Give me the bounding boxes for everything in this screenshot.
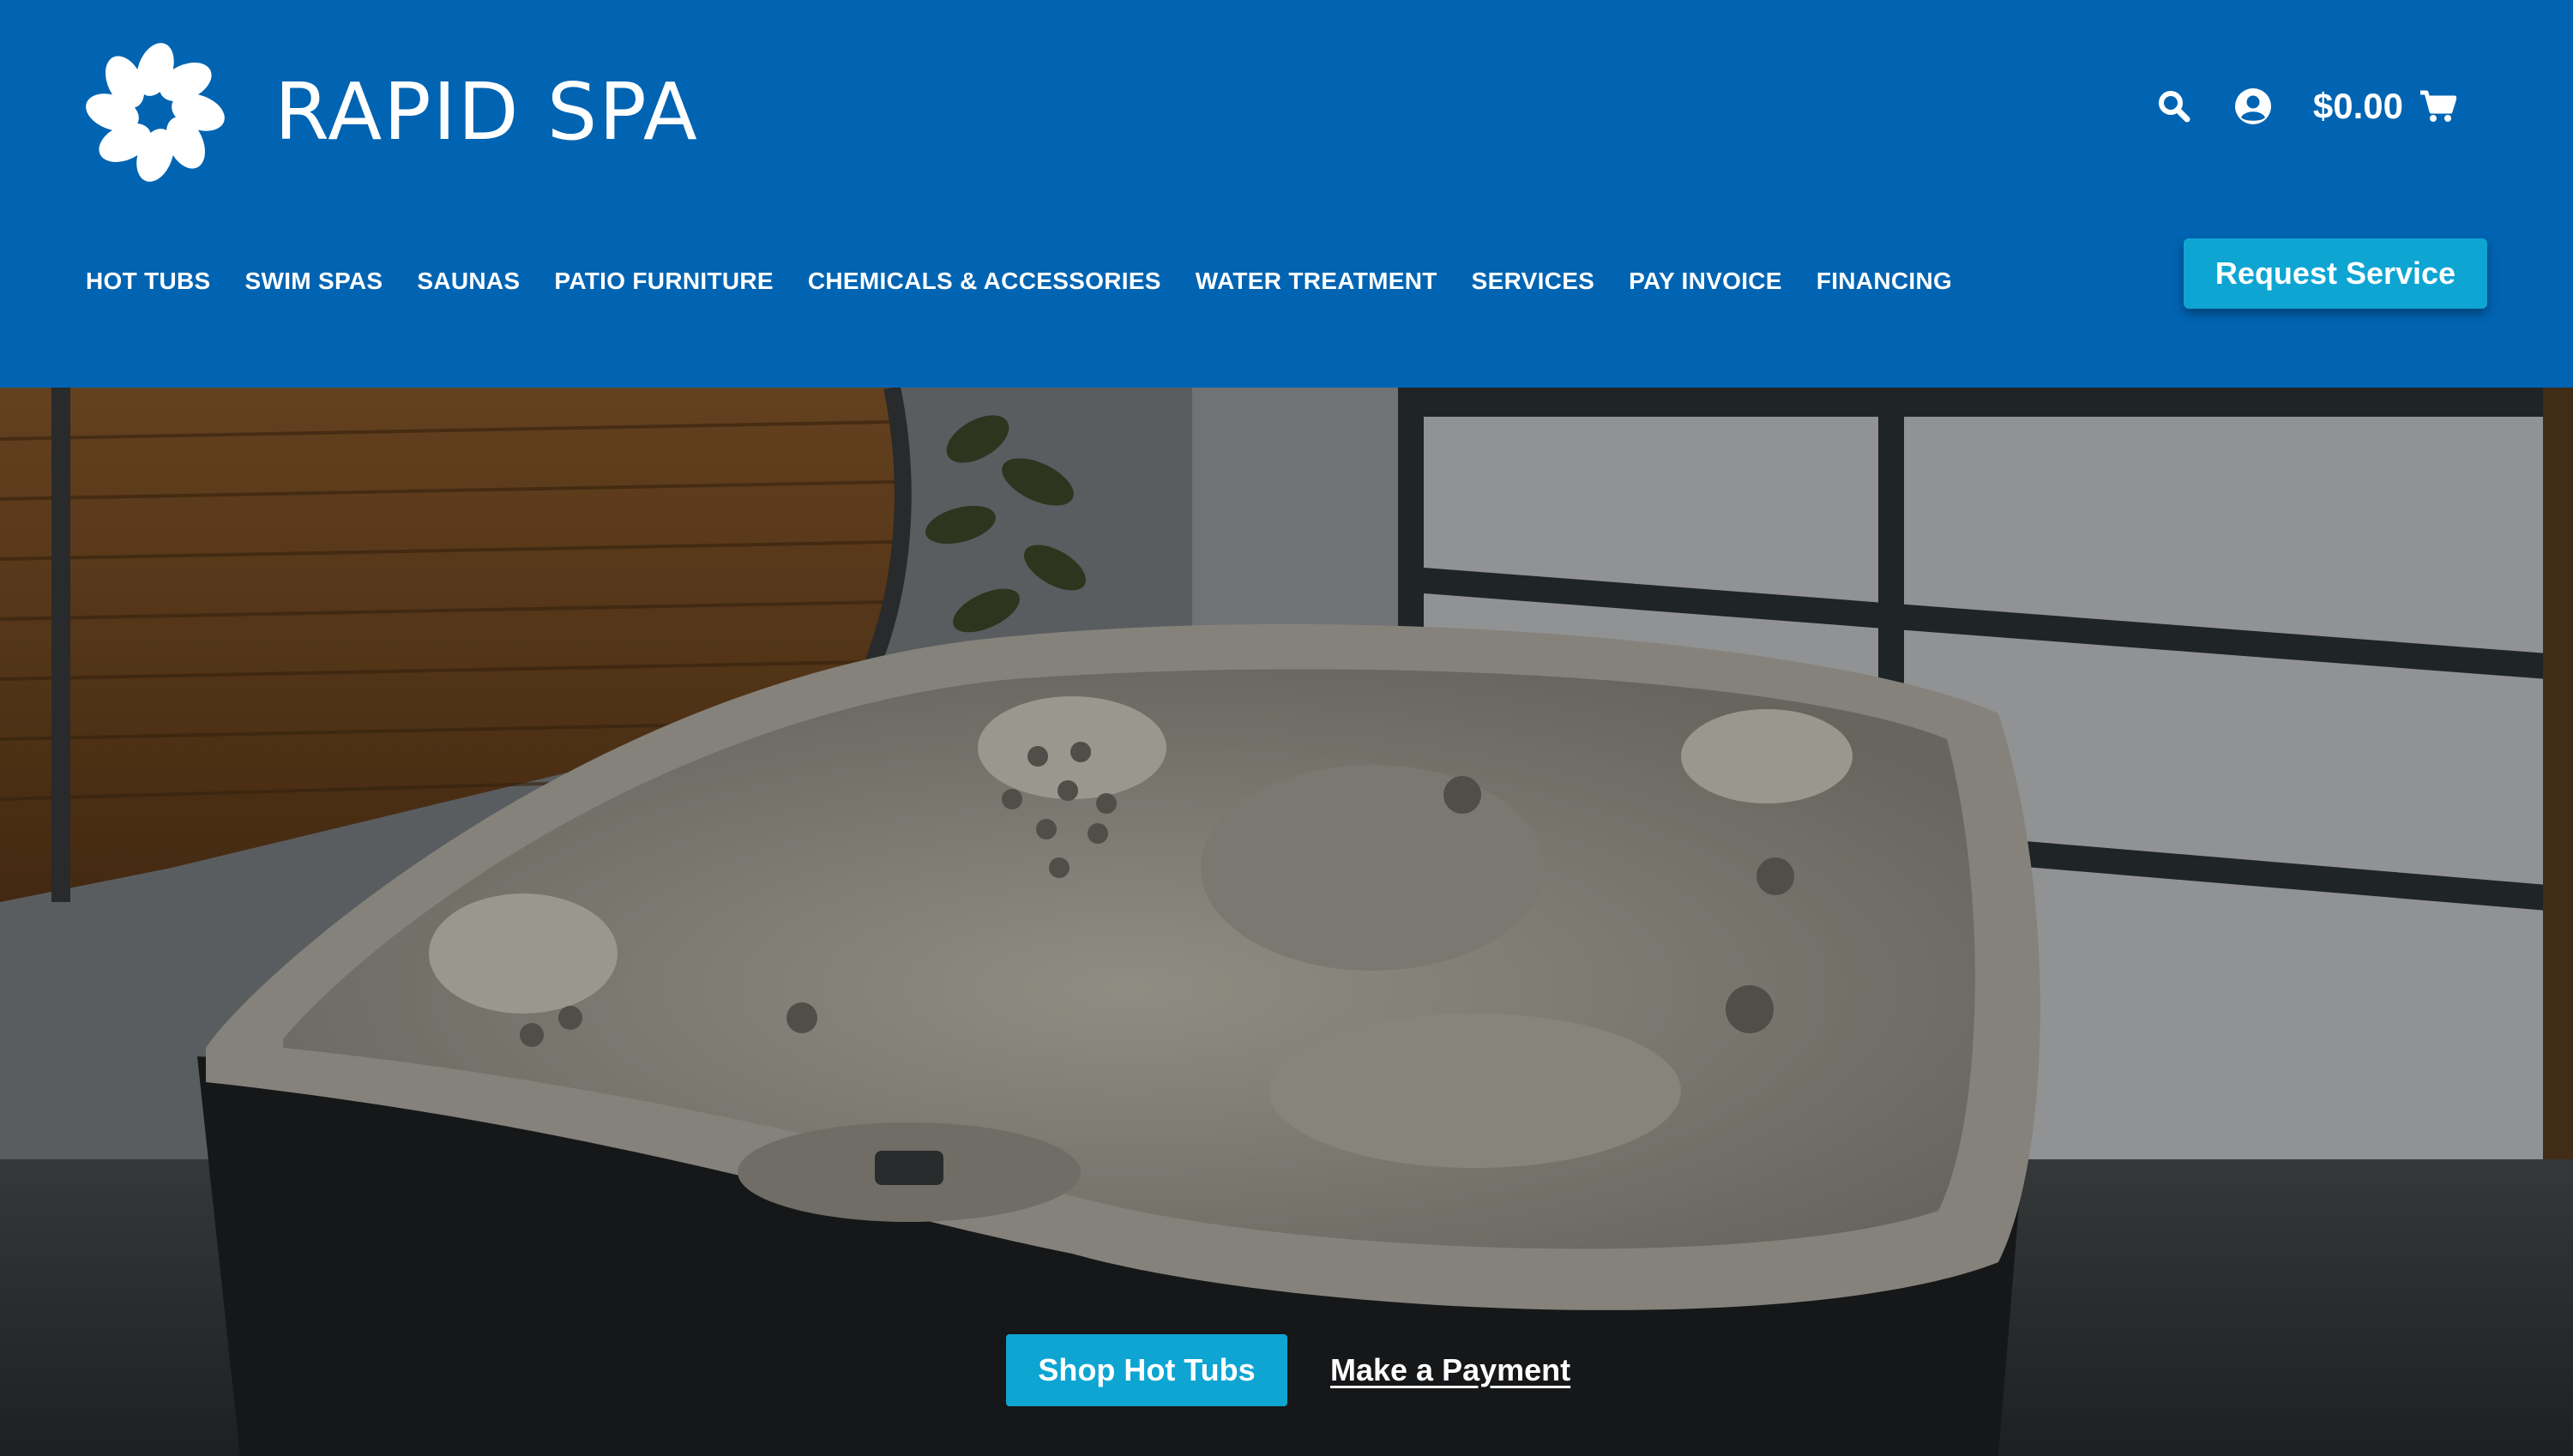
- search-icon[interactable]: [2157, 89, 2191, 123]
- make-a-payment-link[interactable]: Make a Payment: [1330, 1352, 1570, 1388]
- brand-logo[interactable]: RAPID SPA: [82, 39, 699, 185]
- nav-item-chemicals-accessories[interactable]: CHEMICALS & ACCESSORIES: [808, 268, 1161, 295]
- main-nav: HOT TUBS SWIM SPAS SAUNAS PATIO FURNITUR…: [86, 268, 1952, 295]
- hero-ctas: Shop Hot Tubs Make a Payment: [1006, 1334, 1570, 1406]
- brand-name: RAPID SPA: [274, 66, 699, 158]
- nav-item-swim-spas[interactable]: SWIM SPAS: [245, 268, 383, 295]
- pinwheel-logo-icon: [86, 43, 225, 182]
- site-header: RAPID SPA $0.00 HOT TUBS SWIM SPAS SAUNA…: [0, 0, 2573, 388]
- nav-item-pay-invoice[interactable]: PAY INVOICE: [1629, 268, 1782, 295]
- cart-total[interactable]: $0.00: [2313, 86, 2403, 127]
- hero-banner: Shop Hot Tubs Make a Payment: [0, 388, 2573, 1456]
- cart-icon[interactable]: [2419, 89, 2456, 123]
- nav-item-water-treatment[interactable]: WATER TREATMENT: [1196, 268, 1437, 295]
- nav-item-financing[interactable]: FINANCING: [1817, 268, 1952, 295]
- header-utilities: $0.00: [2157, 86, 2456, 127]
- nav-item-services[interactable]: SERVICES: [1472, 268, 1595, 295]
- hero-hot-tub-image: [0, 388, 2573, 1456]
- nav-item-saunas[interactable]: SAUNAS: [417, 268, 520, 295]
- request-service-button[interactable]: Request Service: [2184, 238, 2487, 309]
- user-circle-icon[interactable]: [2234, 87, 2272, 125]
- shop-hot-tubs-button[interactable]: Shop Hot Tubs: [1006, 1334, 1287, 1406]
- nav-item-patio-furniture[interactable]: PATIO FURNITURE: [554, 268, 773, 295]
- nav-item-hot-tubs[interactable]: HOT TUBS: [86, 268, 211, 295]
